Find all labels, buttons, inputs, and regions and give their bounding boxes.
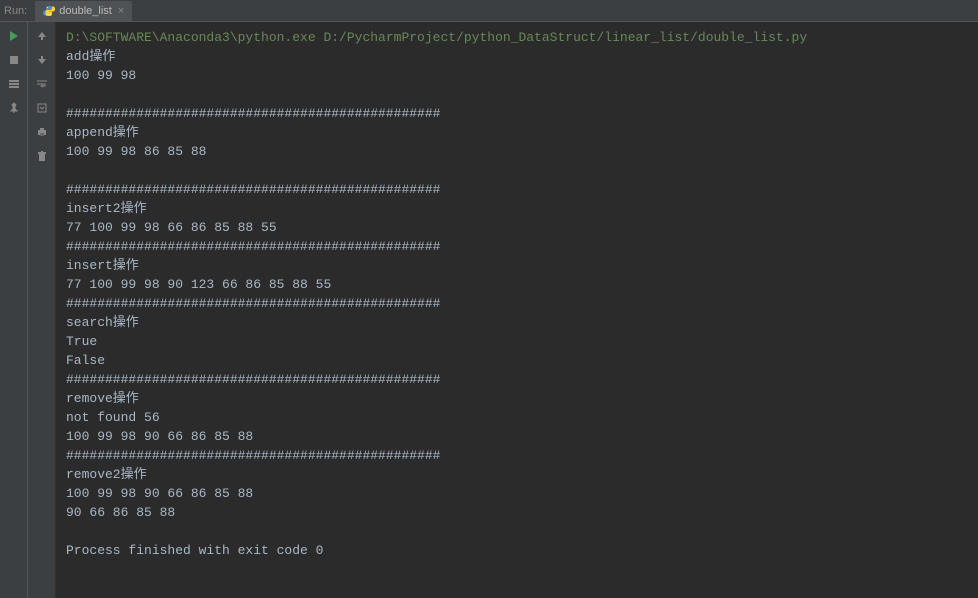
print-icon[interactable] xyxy=(34,124,50,140)
layout-icon[interactable] xyxy=(6,76,22,92)
console-line: ########################################… xyxy=(66,104,968,123)
console-line: ########################################… xyxy=(66,446,968,465)
console-line: insert操作 xyxy=(66,256,968,275)
console-output[interactable]: D:\SOFTWARE\Anaconda3\python.exe D:/Pych… xyxy=(56,22,978,598)
scroll-to-end-icon[interactable] xyxy=(34,100,50,116)
console-line: remove操作 xyxy=(66,389,968,408)
console-line: remove2操作 xyxy=(66,465,968,484)
soft-wrap-icon[interactable] xyxy=(34,76,50,92)
console-line: 90 66 86 85 88 xyxy=(66,503,968,522)
pin-icon[interactable] xyxy=(6,100,22,116)
console-line: ########################################… xyxy=(66,180,968,199)
console-line: 77 100 99 98 90 123 66 86 85 88 55 xyxy=(66,275,968,294)
console-line: ########################################… xyxy=(66,294,968,313)
down-arrow-icon[interactable] xyxy=(34,52,50,68)
console-line: D:\SOFTWARE\Anaconda3\python.exe D:/Pych… xyxy=(66,28,968,47)
console-line xyxy=(66,85,968,104)
console-line: False xyxy=(66,351,968,370)
python-file-icon xyxy=(43,5,55,17)
console-line: ########################################… xyxy=(66,237,968,256)
trash-icon[interactable] xyxy=(34,148,50,164)
run-tab[interactable]: double_list × xyxy=(35,1,132,21)
console-line xyxy=(66,161,968,180)
console-line: 77 100 99 98 66 86 85 88 55 xyxy=(66,218,968,237)
rerun-button[interactable] xyxy=(6,28,22,44)
console-line: search操作 xyxy=(66,313,968,332)
console-line: Process finished with exit code 0 xyxy=(66,541,968,560)
console-line xyxy=(66,522,968,541)
tab-close-button[interactable]: × xyxy=(118,5,124,17)
console-line: append操作 xyxy=(66,123,968,142)
console-line: True xyxy=(66,332,968,351)
console-line: 100 99 98 xyxy=(66,66,968,85)
tab-name: double_list xyxy=(59,5,112,17)
console-line: ########################################… xyxy=(66,370,968,389)
console-line: 100 99 98 90 66 86 85 88 xyxy=(66,427,968,446)
console-line: add操作 xyxy=(66,47,968,66)
left-toolbar xyxy=(0,22,28,598)
up-arrow-icon[interactable] xyxy=(34,28,50,44)
console-line: 100 99 98 90 66 86 85 88 xyxy=(66,484,968,503)
console-line: insert2操作 xyxy=(66,199,968,218)
console-line: 100 99 98 86 85 88 xyxy=(66,142,968,161)
main-area: D:\SOFTWARE\Anaconda3\python.exe D:/Pych… xyxy=(0,22,978,598)
stop-button[interactable] xyxy=(6,52,22,68)
console-line: not found 56 xyxy=(66,408,968,427)
run-label: Run: xyxy=(4,5,27,17)
top-bar: Run: double_list × xyxy=(0,0,978,22)
second-toolbar xyxy=(28,22,56,598)
